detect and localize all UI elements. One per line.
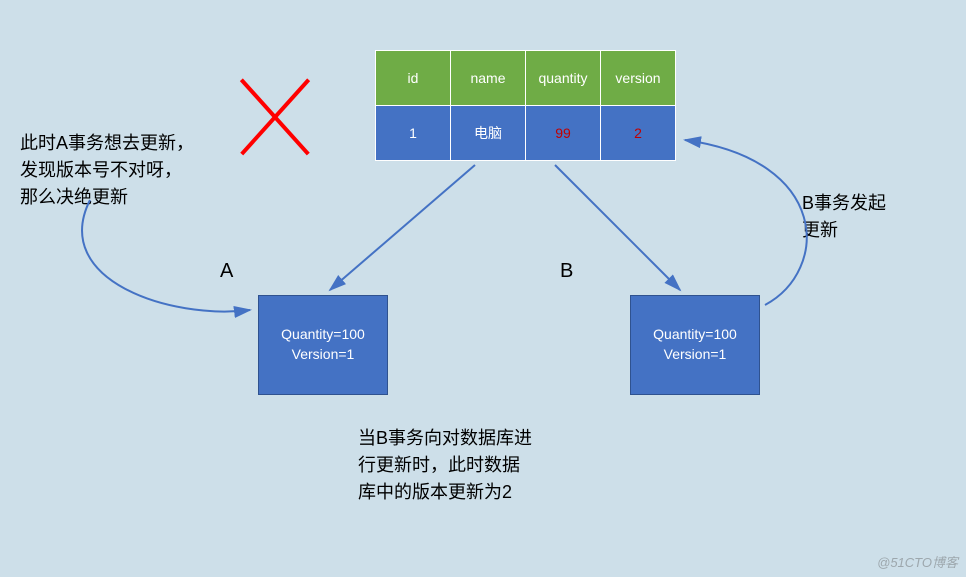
cell-id: 1	[376, 106, 451, 161]
left-annotation: 此时A事务想去更新， 发现版本号不对呀， 那么决绝更新	[20, 130, 194, 211]
transaction-a-box: Quantity=100 Version=1	[258, 295, 388, 395]
header-quantity: quantity	[526, 51, 601, 106]
header-name: name	[451, 51, 526, 106]
box-b-line2: Version=1	[664, 345, 727, 365]
database-table: id name quantity version 1 电脑 99 2	[375, 50, 676, 161]
label-a: A	[220, 260, 233, 283]
arrow-left-curve	[82, 200, 250, 312]
cell-version: 2	[601, 106, 676, 161]
watermark: @51CTO博客	[877, 552, 958, 571]
cell-name: 电脑	[451, 106, 526, 161]
arrow-table-to-b	[555, 165, 680, 290]
arrow-b-update	[685, 140, 807, 305]
box-b-line1: Quantity=100	[653, 325, 737, 345]
header-version: version	[601, 51, 676, 106]
table-row: 1 电脑 99 2	[376, 106, 676, 161]
box-a-line1: Quantity=100	[281, 325, 365, 345]
header-id: id	[376, 51, 451, 106]
cell-quantity: 99	[526, 106, 601, 161]
transaction-b-box: Quantity=100 Version=1	[630, 295, 760, 395]
right-annotation: B事务发起 更新	[802, 190, 886, 244]
reject-x-icon	[240, 75, 310, 155]
label-b: B	[560, 260, 573, 283]
arrow-table-to-a	[330, 165, 475, 290]
bottom-annotation: 当B事务向对数据库进 行更新时，此时数据 库中的版本更新为2	[358, 425, 532, 506]
box-a-line2: Version=1	[292, 345, 355, 365]
